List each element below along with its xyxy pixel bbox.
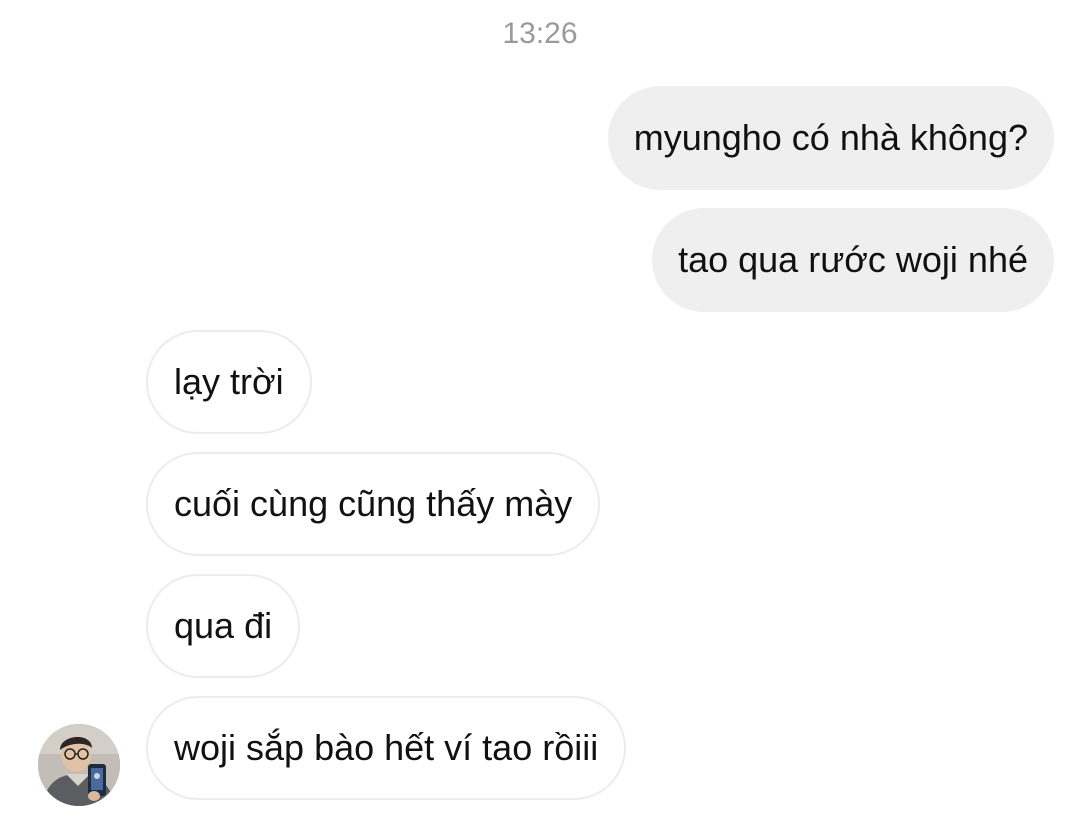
outgoing-message[interactable]: myungho có nhà không? <box>607 86 1054 190</box>
incoming-message[interactable]: lạy trời <box>146 330 312 434</box>
message-timestamp: 13:26 <box>502 17 578 50</box>
avatar-photo-icon <box>38 724 120 806</box>
incoming-message[interactable]: qua đi <box>146 574 301 678</box>
contact-avatar[interactable] <box>38 724 120 806</box>
incoming-message[interactable]: cuối cùng cũng thấy mày <box>146 452 601 556</box>
incoming-message[interactable]: woji sắp bào hết ví tao rồiii <box>146 696 627 800</box>
outgoing-message[interactable]: tao qua rước woji nhé <box>652 208 1054 312</box>
